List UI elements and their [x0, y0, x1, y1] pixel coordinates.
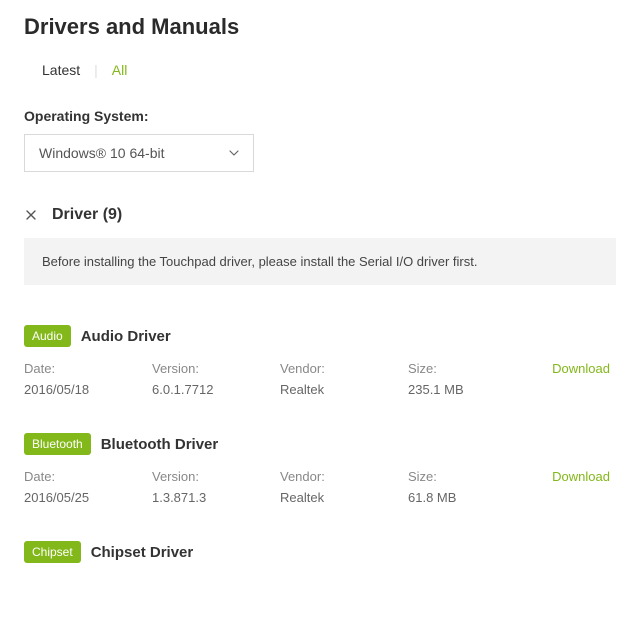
driver-item: Bluetooth Bluetooth Driver Date: 2016/05… — [24, 433, 616, 505]
driver-title: Audio Driver — [81, 328, 171, 345]
section-heading-row: Driver (9) — [24, 206, 616, 224]
tab-all[interactable]: All — [112, 62, 128, 78]
col-date-value: 2016/05/18 — [24, 382, 152, 397]
chevron-down-icon — [229, 148, 239, 158]
col-version-value: 6.0.1.7712 — [152, 382, 280, 397]
col-date-label: Date: — [24, 469, 152, 484]
driver-item: Chipset Chipset Driver — [24, 541, 616, 563]
os-selected-value: Windows® 10 64-bit — [39, 145, 164, 161]
col-size-label: Size: — [408, 469, 528, 484]
col-date-label: Date: — [24, 361, 152, 376]
col-size-value: 235.1 MB — [408, 382, 528, 397]
col-version-label: Version: — [152, 361, 280, 376]
os-select[interactable]: Windows® 10 64-bit — [24, 134, 254, 172]
category-pill: Chipset — [24, 541, 81, 563]
col-vendor-value: Realtek — [280, 490, 408, 505]
col-version-value: 1.3.871.3 — [152, 490, 280, 505]
col-size-label: Size: — [408, 361, 528, 376]
close-icon[interactable] — [24, 208, 38, 222]
col-size-value: 61.8 MB — [408, 490, 528, 505]
driver-title: Chipset Driver — [91, 544, 194, 561]
col-vendor-label: Vendor: — [280, 469, 408, 484]
section-heading: Driver (9) — [52, 206, 122, 224]
download-link[interactable]: Download — [552, 469, 610, 484]
page-title: Drivers and Manuals — [24, 14, 616, 40]
driver-item: Audio Audio Driver Date: 2016/05/18 Vers… — [24, 325, 616, 397]
os-label: Operating System: — [24, 108, 616, 124]
col-vendor-value: Realtek — [280, 382, 408, 397]
col-version-label: Version: — [152, 469, 280, 484]
install-notice: Before installing the Touchpad driver, p… — [24, 238, 616, 285]
col-date-value: 2016/05/25 — [24, 490, 152, 505]
col-vendor-label: Vendor: — [280, 361, 408, 376]
tab-separator: | — [94, 62, 98, 78]
download-link[interactable]: Download — [552, 361, 610, 376]
category-pill: Audio — [24, 325, 71, 347]
driver-title: Bluetooth Driver — [101, 436, 219, 453]
tab-latest[interactable]: Latest — [42, 62, 80, 78]
filter-tabs: Latest | All — [24, 62, 616, 78]
category-pill: Bluetooth — [24, 433, 91, 455]
